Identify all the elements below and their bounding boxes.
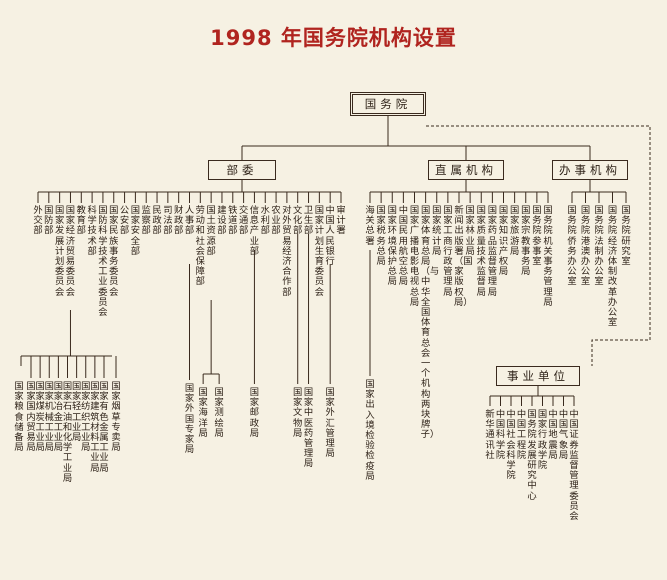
direct-body-label: 国家体育总局（与中华全国体育总会一个机构两块牌子） <box>420 205 440 441</box>
institution-label: 中国证券监督管理委员会 <box>569 409 579 523</box>
direct-body-label: 国家工商行政管理局 <box>443 205 453 298</box>
ministry-label: 民政部 <box>152 205 162 237</box>
ministry-label: 财政部 <box>174 205 184 237</box>
office-label: 国务院研究室 <box>621 205 631 268</box>
ministry-label: 人事部 <box>184 205 195 237</box>
ministry-label: 信息产业部 <box>249 205 260 257</box>
culture-sub-label: 国家文物局 <box>293 387 303 439</box>
group-box-ministries: 部委 <box>208 160 276 180</box>
institution-label: 中国气象局 <box>558 409 569 461</box>
group-box-offices: 办事机构 <box>552 160 628 180</box>
ministry-label: 农业部 <box>271 205 281 237</box>
group-box-direct: 直属机构 <box>428 160 504 180</box>
direct-body-label: 国家环境保护总局 <box>387 205 397 288</box>
institution-label: 中国工程院 <box>516 409 527 461</box>
grain-label: 国家粮食储备局 <box>14 381 24 454</box>
institution-label: 中国科学院 <box>495 409 506 461</box>
ministry-label: 对外贸易经济合作部 <box>282 205 292 298</box>
direct-body-label: 国家旅游局 <box>509 205 520 257</box>
ministry-label: 公安部 <box>119 205 130 237</box>
ministry-label: 国家计划生育委员会 <box>314 205 324 298</box>
land-sub-label: 国家海洋局 <box>198 387 208 439</box>
ministry-label: 中国人民银行 <box>325 205 335 268</box>
ministry-label: 建设部 <box>217 205 227 237</box>
personnel-sub-label: 国家外国专家局 <box>184 383 195 456</box>
direct-body-label: 海关总署 <box>365 205 375 247</box>
direct-body-label: 国务院参事室 <box>532 205 542 268</box>
direct-body-label: 中国民用航空总局 <box>398 205 409 288</box>
bank-sub-label: 国家外汇管理局 <box>325 387 335 460</box>
ministry-label: 外交部 <box>33 205 43 237</box>
group-box-institutions: 事业单位 <box>496 366 580 386</box>
direct-body-label: 国家林业局 <box>465 205 475 257</box>
ministry-label: 监察部 <box>141 205 151 237</box>
ecotrade-sub-label: 国家有色金属工业局 <box>99 381 109 474</box>
ministry-label: 水利部 <box>260 205 270 237</box>
ministry-label: 教育部 <box>76 205 86 237</box>
office-label: 国务院港澳办公室 <box>580 205 591 288</box>
ministry-label: 国土资源部 <box>206 205 216 257</box>
ministry-label: 文化部 <box>293 205 303 237</box>
direct-body-label: 国家税务总局 <box>376 205 386 268</box>
ministry-label: 卫生部 <box>303 205 314 237</box>
ministry-label: 国家民族事务委员会 <box>109 205 119 298</box>
direct-body-label: 国家质量技术监督局 <box>476 205 486 298</box>
office-label: 国务院法制办公室 <box>594 205 604 288</box>
ministry-label: 国家发展计划委员会 <box>54 205 65 298</box>
ministry-label: 国防科学技术工业委员会 <box>98 205 108 319</box>
office-label: 国务院侨务办公室 <box>567 205 577 288</box>
root-box: 国务院 <box>350 92 426 116</box>
ministry-label: 劳动和社会保障部 <box>195 205 205 288</box>
institution-label: 国务院发展研究中心 <box>527 409 537 502</box>
ministry-label: 交通部 <box>238 205 249 237</box>
direct-body-label: 国家知识产权局 <box>498 205 509 278</box>
direct-body-label: 国务院机关事务管理局 <box>543 205 553 308</box>
ministry-label: 司法部 <box>163 205 173 237</box>
info-sub-label: 国家邮政局 <box>249 387 260 439</box>
ministry-label: 国家安全部 <box>130 205 141 257</box>
office-label: 国务院经济体制改革办公室 <box>607 205 618 329</box>
institution-label: 国家行政学院 <box>537 409 548 472</box>
direct-sub-label: 国家出入境检验检疫局 <box>365 379 375 482</box>
tobacco-label: 国家烟草专卖局 <box>111 381 121 454</box>
ministry-label: 科学技术部 <box>87 205 97 257</box>
ministry-label: 审计署 <box>336 205 346 237</box>
direct-body-label: 国家药品监督管理局 <box>487 205 498 298</box>
ministry-label: 国防部 <box>44 205 54 237</box>
direct-body-label: 国家广播电影电视总局 <box>409 205 420 308</box>
ministry-label: 铁道部 <box>228 205 238 237</box>
institution-label: 新华通讯社 <box>485 409 495 461</box>
institution-label: 中国社会科学院 <box>506 409 516 482</box>
direct-body-label: 国家宗教事务局 <box>521 205 531 278</box>
land-sub-label: 国家测绘局 <box>214 387 224 439</box>
institution-label: 中国地震局 <box>548 409 558 461</box>
direct-body-label: 新闻出版署（国家版权局） <box>454 205 473 308</box>
ministry-label: 国家经济贸易委员会 <box>65 205 76 298</box>
health-sub-label: 国家中医药管理局 <box>303 387 314 470</box>
direct-body-label: 国家统计局 <box>432 205 442 257</box>
